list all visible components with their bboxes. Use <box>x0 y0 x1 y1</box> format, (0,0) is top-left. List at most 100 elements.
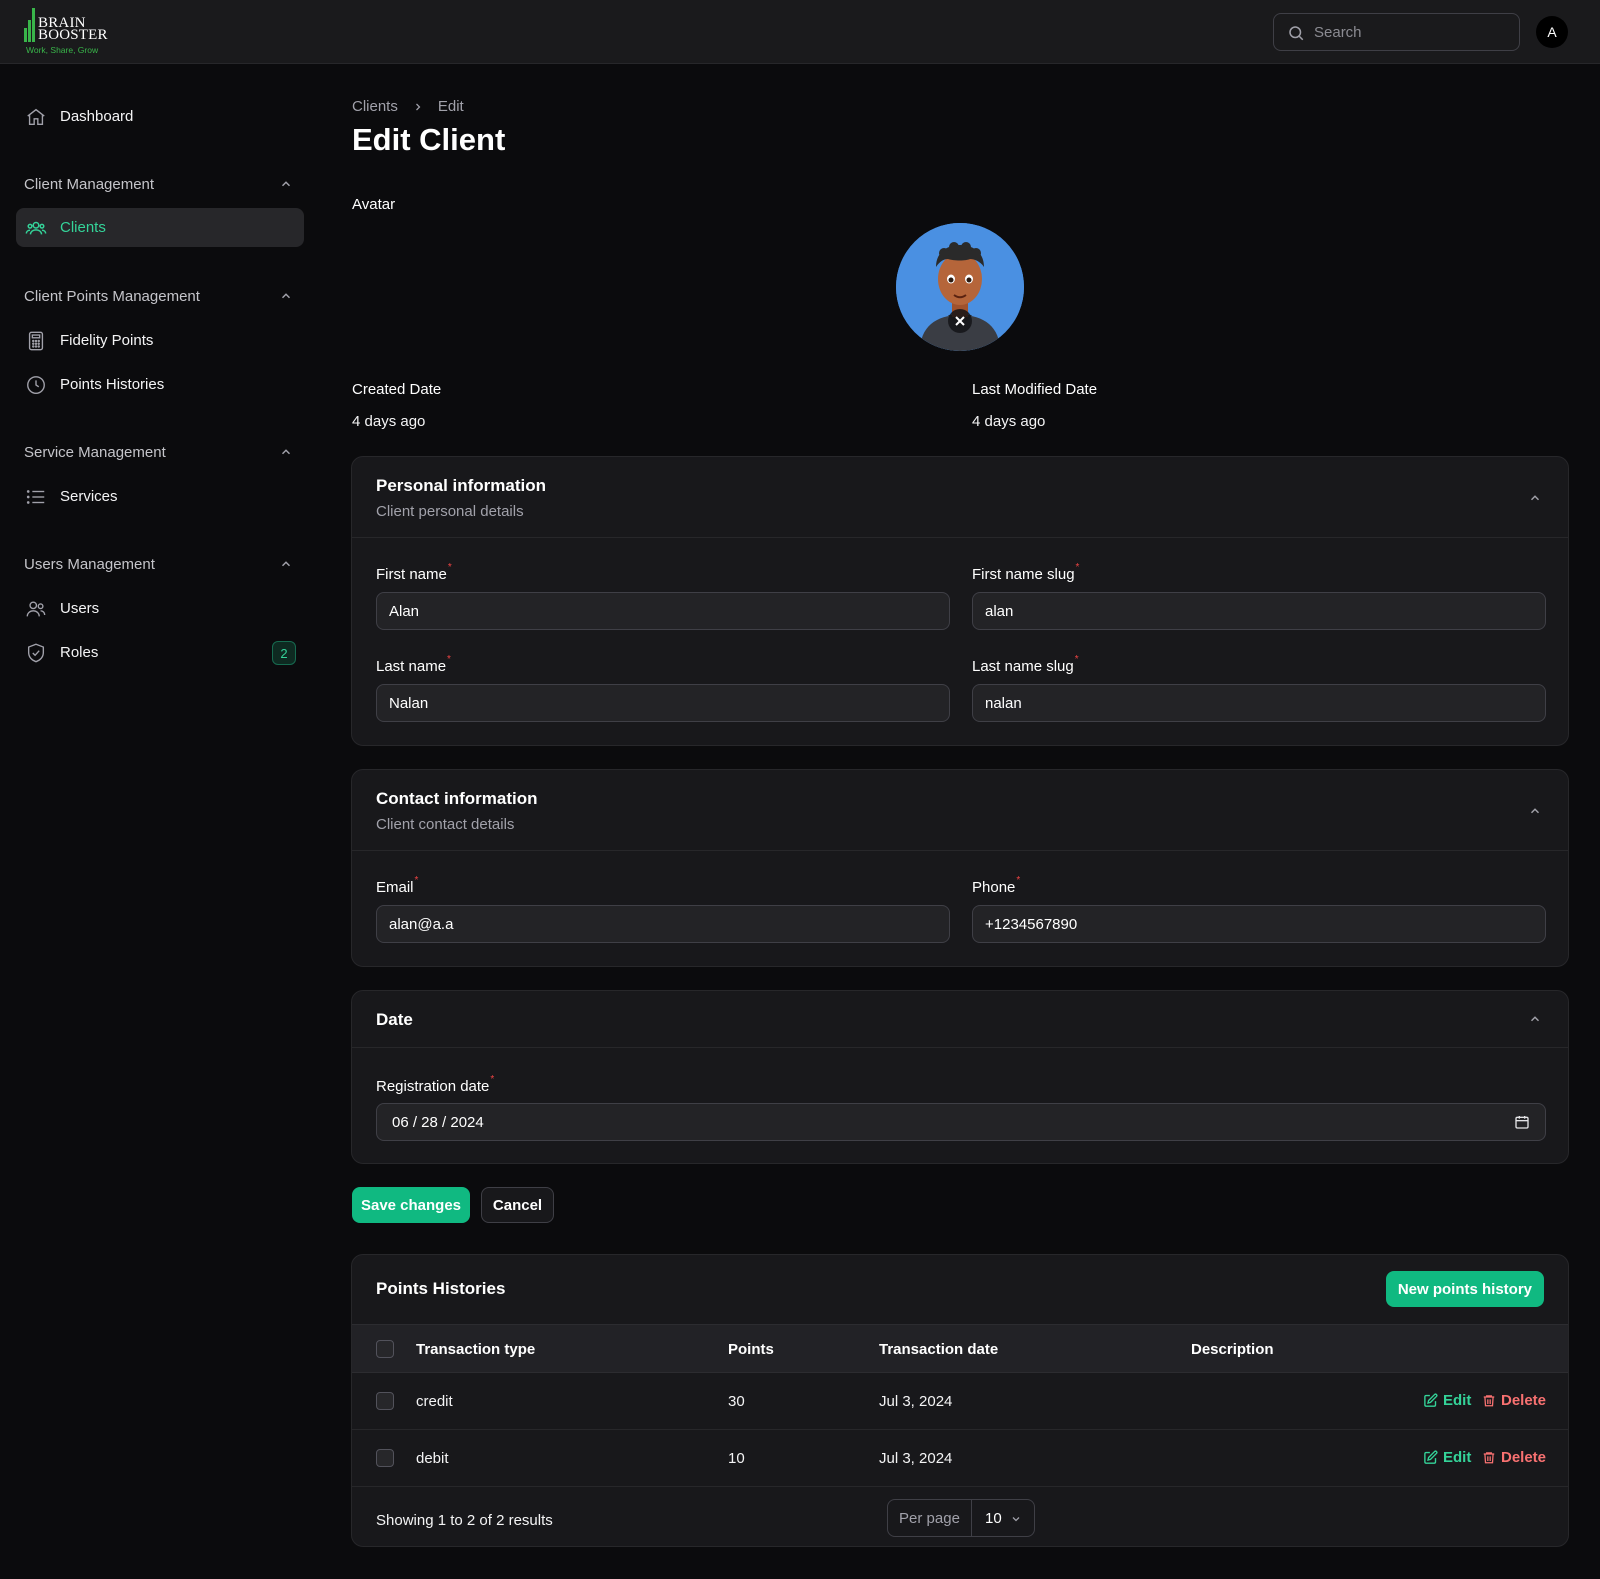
edit-row-button[interactable]: Edit <box>1423 1449 1471 1466</box>
last-name-slug-field[interactable] <box>972 684 1546 722</box>
roles-count-badge: 2 <box>272 641 296 665</box>
section-header[interactable]: Personal information Client personal det… <box>352 457 1568 538</box>
brand-tagline: Work, Share, Grow <box>26 45 99 55</box>
transaction-date-cell: Jul 3, 2024 <box>879 1393 953 1410</box>
breadcrumb-clients[interactable]: Clients <box>352 98 398 115</box>
first-name-slug-input[interactable] <box>973 593 1545 629</box>
sidebar-item-users[interactable]: Users <box>16 589 304 628</box>
edit-icon <box>1424 1393 1438 1407</box>
phone-label: Phone* <box>972 875 1021 896</box>
transaction-date-cell: Jul 3, 2024 <box>879 1450 953 1467</box>
email-input[interactable] <box>377 906 949 942</box>
points-cell: 10 <box>728 1450 745 1467</box>
phone-input[interactable] <box>973 906 1545 942</box>
pagination-summary: Showing 1 to 2 of 2 results <box>376 1512 553 1529</box>
edit-row-button[interactable]: Edit <box>1423 1392 1471 1409</box>
table-row[interactable]: debit 10 Jul 3, 2024 Edit Delete <box>352 1430 1568 1487</box>
section-title: Points Histories <box>376 1279 506 1298</box>
sidebar-item-label: Services <box>60 488 118 505</box>
table-row[interactable]: credit 30 Jul 3, 2024 Edit Delete <box>352 1373 1568 1430</box>
top-bar: BRAIN BOOSTER Work, Share, Grow A <box>0 0 1600 64</box>
edit-label: Edit <box>1443 1392 1472 1409</box>
last-name-slug-input[interactable] <box>973 685 1545 721</box>
sidebar-item-label: Users <box>60 600 100 617</box>
delete-label: Delete <box>1501 1449 1547 1466</box>
per-page-dropdown[interactable]: 10 <box>972 1500 1034 1536</box>
chevron-up-icon[interactable] <box>1528 804 1542 818</box>
close-icon <box>955 316 965 326</box>
registration-date-input[interactable] <box>377 1104 1545 1140</box>
page-title: Edit Client <box>352 122 506 157</box>
section-subtitle: Client personal details <box>376 503 524 520</box>
sidebar-item-label: Clients <box>60 219 106 236</box>
section-title: Personal information <box>376 476 547 495</box>
breadcrumb-edit: Edit <box>437 98 464 115</box>
chevron-down-icon <box>1012 1517 1020 1522</box>
search-icon <box>1289 26 1304 41</box>
last-name-input[interactable] <box>377 685 949 721</box>
sidebar-item-roles[interactable]: Roles 2 <box>16 633 304 672</box>
logo-bars-icon <box>24 8 35 42</box>
trash-icon <box>1483 1395 1495 1407</box>
registration-date-field[interactable] <box>376 1103 1546 1141</box>
date-section: Date Registration date* <box>351 990 1569 1164</box>
first-name-input[interactable] <box>377 593 949 629</box>
delete-row-button[interactable]: Delete <box>1482 1449 1546 1466</box>
sidebar-item-dashboard[interactable]: Dashboard <box>16 97 304 136</box>
calendar-icon[interactable] <box>1514 1114 1530 1130</box>
phone-field[interactable] <box>972 905 1546 943</box>
remove-avatar-button[interactable] <box>948 309 972 333</box>
section-title: Date <box>376 1010 413 1029</box>
column-header-transaction-date[interactable]: Transaction date <box>879 1341 998 1358</box>
sidebar-item-services[interactable]: Services <box>16 477 304 516</box>
users-icon <box>26 601 46 617</box>
chevron-up-icon[interactable] <box>279 557 293 571</box>
new-points-history-button[interactable]: New points history <box>1385 1271 1544 1307</box>
points-histories-section: Points Histories New points history Tran… <box>351 1254 1569 1547</box>
delete-row-button[interactable]: Delete <box>1482 1392 1546 1409</box>
column-header-transaction-type[interactable]: Transaction type <box>416 1341 535 1358</box>
created-date-label: Created Date <box>352 381 442 398</box>
per-page-label: Per page <box>888 1500 972 1536</box>
group-title-client-management: Client Management <box>24 176 155 193</box>
search-input[interactable] <box>1314 14 1509 50</box>
row-checkbox[interactable] <box>376 1449 394 1467</box>
brand-logo[interactable]: BRAIN BOOSTER Work, Share, Grow <box>24 8 108 58</box>
first-name-label: First name* <box>376 562 452 583</box>
row-checkbox[interactable] <box>376 1392 394 1410</box>
search-box[interactable] <box>1273 13 1520 51</box>
chevron-up-icon[interactable] <box>1528 491 1542 505</box>
email-field[interactable] <box>376 905 950 943</box>
chevron-up-icon[interactable] <box>279 177 293 191</box>
registration-date-label: Registration date* <box>376 1074 495 1095</box>
first-name-field[interactable] <box>376 592 950 630</box>
user-menu-avatar[interactable]: A <box>1536 16 1568 48</box>
edit-icon <box>1424 1450 1438 1464</box>
section-header[interactable]: Date <box>352 991 1568 1048</box>
email-label: Email* <box>376 875 419 896</box>
table-header: Transaction type Points Transaction date… <box>352 1324 1568 1373</box>
chevron-up-icon[interactable] <box>279 289 293 303</box>
home-icon <box>27 108 45 126</box>
modified-date-value: 4 days ago <box>972 413 1046 430</box>
per-page-select[interactable]: Per page 10 <box>887 1499 1035 1537</box>
last-name-field[interactable] <box>376 684 950 722</box>
sidebar-item-points-histories[interactable]: Points Histories <box>16 365 304 404</box>
save-changes-button[interactable]: Save changes <box>352 1187 470 1223</box>
chevron-right-icon <box>415 103 421 110</box>
chevron-up-icon[interactable] <box>279 445 293 459</box>
trash-icon <box>1483 1452 1495 1464</box>
per-page-value: 10 <box>985 1509 1002 1527</box>
column-header-description[interactable]: Description <box>1191 1341 1274 1358</box>
cancel-button[interactable]: Cancel <box>481 1187 554 1223</box>
sidebar-item-clients[interactable]: Clients <box>16 208 304 247</box>
section-header[interactable]: Contact information Client contact detai… <box>352 770 1568 851</box>
breadcrumb: Clients Edit <box>352 98 464 115</box>
column-header-points[interactable]: Points <box>728 1341 774 1358</box>
last-name-label: Last name* <box>376 654 451 675</box>
sidebar-item-fidelity-points[interactable]: Fidelity Points <box>16 321 304 360</box>
section-subtitle: Client contact details <box>376 816 515 833</box>
select-all-checkbox[interactable] <box>376 1340 394 1358</box>
first-name-slug-field[interactable] <box>972 592 1546 630</box>
chevron-up-icon[interactable] <box>1528 1012 1542 1026</box>
